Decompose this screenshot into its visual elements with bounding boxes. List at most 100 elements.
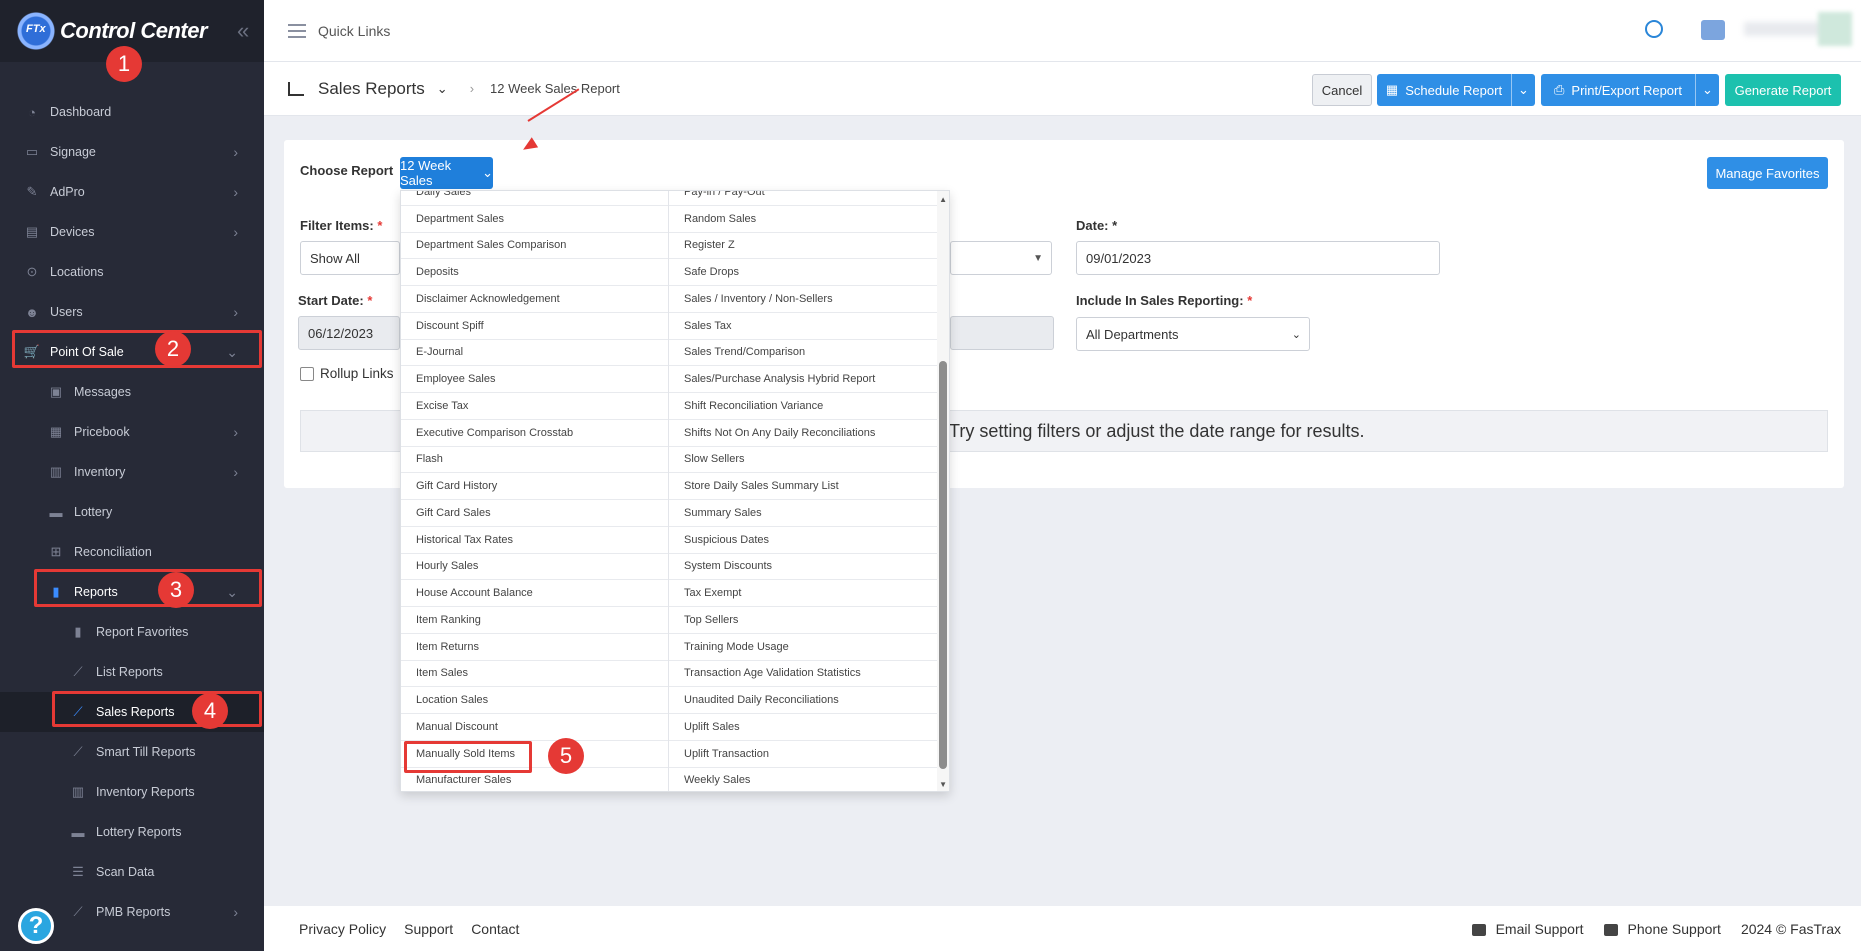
messages-icon[interactable] — [1701, 20, 1725, 40]
sidebar-item-lottery-reports[interactable]: ▬ Lottery Reports — [0, 812, 264, 852]
dropdown-item[interactable]: Gift Card History — [401, 473, 668, 500]
dropdown-item[interactable]: Uplift Transaction — [669, 741, 937, 768]
sidebar-item-list-reports[interactable]: ⟋ List Reports — [0, 652, 264, 692]
sidebar-item-devices[interactable]: ▤ Devices › — [0, 212, 264, 252]
dropdown-item[interactable]: Shifts Not On Any Daily Reconciliations — [669, 420, 937, 447]
dropdown-item[interactable]: Item Returns — [401, 634, 668, 661]
dropdown-item[interactable]: Discount Spiff — [401, 313, 668, 340]
dropdown-item[interactable]: Item Ranking — [401, 607, 668, 634]
dropdown-item[interactable]: Transaction Age Validation Statistics — [669, 661, 937, 688]
contact-link[interactable]: Contact — [471, 921, 519, 937]
dropdown-item[interactable]: E-Journal — [401, 340, 668, 367]
hidden-select-field[interactable]: ▼ — [950, 241, 1052, 275]
chevron-down-icon[interactable]: ⌄ — [1511, 74, 1535, 106]
dropdown-item[interactable]: Disclaimer Acknowledgement — [401, 286, 668, 313]
dropdown-item[interactable]: Weekly Sales — [669, 768, 937, 792]
sidebar-item-dashboard[interactable]: ◔ Dashboard — [0, 92, 264, 132]
dropdown-item[interactable]: Daily Sales — [401, 191, 668, 206]
dropdown-item[interactable]: Shift Reconciliation Variance — [669, 393, 937, 420]
dropdown-item[interactable]: Location Sales — [401, 687, 668, 714]
sidebar-item-messages[interactable]: ▣ Messages — [0, 372, 264, 412]
sidebar-item-reports[interactable]: ▮ Reports ⌄ — [0, 572, 264, 612]
sidebar-item-smart-till-reports[interactable]: ⟋ Smart Till Reports — [0, 732, 264, 772]
dropdown-item[interactable]: Manually Sold Items — [401, 741, 668, 768]
filter-items-select[interactable]: Show All — [300, 241, 400, 275]
user-name-blurred[interactable] — [1744, 22, 1824, 36]
dropdown-item[interactable]: System Discounts — [669, 554, 937, 581]
dropdown-scrollbar[interactable]: ▲ ▼ — [937, 191, 949, 791]
dropdown-item[interactable]: Unaudited Daily Reconciliations — [669, 687, 937, 714]
phone-support-link[interactable]: Phone Support — [1603, 921, 1721, 937]
dropdown-item[interactable]: Item Sales — [401, 661, 668, 688]
sidebar-item-pricebook[interactable]: ▦ Pricebook › — [0, 412, 264, 452]
schedule-report-button[interactable]: ▦ Schedule Report ⌄ — [1377, 74, 1535, 106]
dropdown-item[interactable]: Summary Sales — [669, 500, 937, 527]
dropdown-item[interactable]: Department Sales Comparison — [401, 233, 668, 260]
date-text: Date: — [1076, 218, 1109, 233]
privacy-policy-link[interactable]: Privacy Policy — [299, 921, 386, 937]
dropdown-item[interactable]: Flash — [401, 447, 668, 474]
chevron-down-icon[interactable]: ⌄ — [1695, 74, 1719, 106]
dropdown-item[interactable]: Manual Discount — [401, 714, 668, 741]
dropdown-item[interactable]: Sales Tax — [669, 313, 937, 340]
dropdown-item[interactable]: Deposits — [401, 259, 668, 286]
menu-icon[interactable] — [288, 23, 306, 38]
generate-report-button[interactable]: Generate Report — [1725, 74, 1841, 106]
print-export-button[interactable]: ⎙ Print/Export Report ⌄ — [1541, 74, 1719, 106]
dropdown-item[interactable]: Store Daily Sales Summary List — [669, 473, 937, 500]
dropdown-item[interactable]: Safe Drops — [669, 259, 937, 286]
rollup-links-checkbox[interactable] — [300, 367, 314, 381]
help-button[interactable]: ? — [18, 908, 54, 944]
support-link[interactable]: Support — [404, 921, 453, 937]
date-input[interactable]: 09/01/2023 — [1076, 241, 1440, 275]
dropdown-item[interactable]: Training Mode Usage — [669, 634, 937, 661]
dropdown-item[interactable]: Suspicious Dates — [669, 527, 937, 554]
dropdown-item[interactable]: Uplift Sales — [669, 714, 937, 741]
dropdown-item[interactable]: Pay-in / Pay-Out — [669, 191, 937, 206]
collapse-sidebar-icon[interactable]: « — [237, 18, 249, 44]
sidebar-item-users[interactable]: ☻ Users › — [0, 292, 264, 332]
avatar[interactable] — [1818, 12, 1852, 46]
scrollbar-thumb[interactable] — [939, 361, 947, 769]
sidebar-item-adpro[interactable]: ✎ AdPro › — [0, 172, 264, 212]
sidebar-item-point-of-sale[interactable]: 🛒 Point Of Sale ⌄ — [0, 332, 264, 372]
dropdown-item[interactable]: Manufacturer Sales — [401, 768, 668, 792]
dropdown-item[interactable]: Sales / Inventory / Non-Sellers — [669, 286, 937, 313]
scroll-up-icon[interactable]: ▲ — [939, 195, 947, 204]
sidebar-item-scan-data[interactable]: ☰ Scan Data — [0, 852, 264, 892]
dropdown-item[interactable]: Employee Sales — [401, 366, 668, 393]
dropdown-item[interactable]: Excise Tax — [401, 393, 668, 420]
chevron-down-icon[interactable]: ⌄ — [437, 81, 448, 97]
quick-links[interactable]: Quick Links — [318, 23, 390, 39]
sidebar-item-report-favorites[interactable]: ▮ Report Favorites — [0, 612, 264, 652]
email-support-link[interactable]: Email Support — [1471, 921, 1584, 937]
dropdown-item[interactable]: Tax Exempt — [669, 580, 937, 607]
dropdown-item[interactable]: Sales Trend/Comparison — [669, 340, 937, 367]
dropdown-item[interactable]: Register Z — [669, 233, 937, 260]
dropdown-item[interactable]: Slow Sellers — [669, 447, 937, 474]
dropdown-item[interactable]: House Account Balance — [401, 580, 668, 607]
sidebar-item-label: Reports — [74, 585, 118, 599]
dropdown-item[interactable]: Hourly Sales — [401, 554, 668, 581]
sidebar-item-inventory-reports[interactable]: ▥ Inventory Reports — [0, 772, 264, 812]
page-title[interactable]: Sales Reports — [318, 79, 425, 99]
bar-chart-icon: ▮ — [52, 584, 60, 599]
include-sales-select[interactable]: All Departments ⌄ — [1076, 317, 1310, 351]
cancel-button[interactable]: Cancel — [1312, 74, 1372, 106]
dropdown-item[interactable]: Random Sales — [669, 206, 937, 233]
dropdown-item[interactable]: Sales/Purchase Analysis Hybrid Report — [669, 366, 937, 393]
dropdown-item[interactable]: Department Sales — [401, 206, 668, 233]
search-icon[interactable] — [1645, 20, 1663, 38]
scroll-down-icon[interactable]: ▼ — [939, 780, 947, 789]
sidebar-item-lottery[interactable]: ▬ Lottery — [0, 492, 264, 532]
sidebar-item-locations[interactable]: ⊙ Locations — [0, 252, 264, 292]
sidebar-item-signage[interactable]: ▭ Signage › — [0, 132, 264, 172]
dropdown-item[interactable]: Top Sellers — [669, 607, 937, 634]
dropdown-item[interactable]: Historical Tax Rates — [401, 527, 668, 554]
dropdown-item[interactable]: Gift Card Sales — [401, 500, 668, 527]
choose-report-dropdown[interactable]: 12 Week Sales ⌄ — [400, 157, 493, 189]
dropdown-item[interactable]: Executive Comparison Crosstab — [401, 420, 668, 447]
manage-favorites-button[interactable]: Manage Favorites — [1707, 157, 1828, 189]
sidebar-item-inventory[interactable]: ▥ Inventory › — [0, 452, 264, 492]
sidebar-item-reconciliation[interactable]: ⊞ Reconciliation — [0, 532, 264, 572]
